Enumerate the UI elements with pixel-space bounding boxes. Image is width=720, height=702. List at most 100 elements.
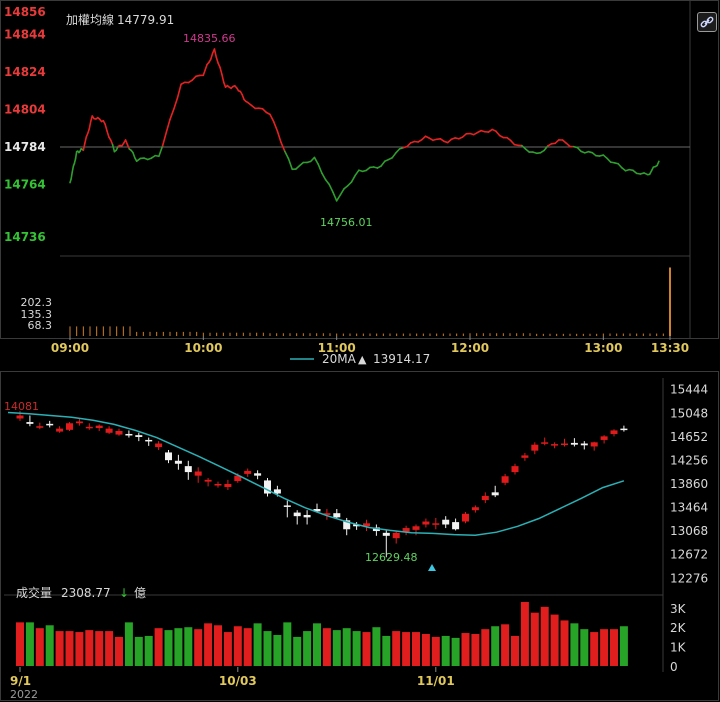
daily-x-tick: 11/01 xyxy=(417,674,455,688)
candle-body xyxy=(56,428,64,432)
daily-y-tick: 12276 xyxy=(670,571,708,585)
daily-y-tick: 12672 xyxy=(670,548,708,562)
candle-body xyxy=(125,433,133,436)
daily-volume-unit: 億 xyxy=(134,586,146,600)
price-line-segment xyxy=(71,165,75,174)
intraday-high-label: 14835.66 xyxy=(183,32,236,45)
daily-volume-bar xyxy=(115,636,123,666)
daily-volume-bar xyxy=(55,631,64,666)
daily-volume-bar xyxy=(580,629,589,666)
daily-volume-bar xyxy=(530,612,539,666)
daily-volume-bar xyxy=(600,629,609,666)
intraday-x-tick: 12:00 xyxy=(451,341,489,355)
candle-body xyxy=(432,523,440,525)
daily-volume-bar xyxy=(550,614,559,666)
candle-body xyxy=(501,476,509,483)
daily-volume-bar xyxy=(204,623,213,666)
candle-body xyxy=(382,532,390,536)
daily-volume-bar xyxy=(332,630,341,666)
daily-volume-bar xyxy=(25,622,34,666)
intraday-y-tick: 14824 xyxy=(4,65,46,79)
candle-body xyxy=(462,513,469,522)
candle-body xyxy=(620,428,628,431)
intraday-low-label: 14756.01 xyxy=(320,216,373,229)
daily-volume-bar xyxy=(352,631,361,666)
daily-y-tick: 13464 xyxy=(670,501,708,515)
daily-volume-bar xyxy=(619,626,628,666)
daily-volume-y-tick: 0 xyxy=(670,660,678,674)
daily-volume-bar xyxy=(174,628,183,666)
daily-volume-bar xyxy=(610,629,618,666)
candle-body xyxy=(165,452,172,461)
volume-y-tick: 68.3 xyxy=(28,319,53,332)
daily-volume-bar xyxy=(273,634,282,666)
daily-volume-bar xyxy=(481,629,490,666)
daily-volume-bar xyxy=(65,631,74,666)
intraday-x-tick: 11:00 xyxy=(318,341,356,355)
daily-volume-bar xyxy=(184,627,193,666)
daily-y-tick: 14256 xyxy=(670,453,708,467)
intraday-y-tick: 14764 xyxy=(4,178,46,192)
candle-body xyxy=(26,422,34,424)
candle-body xyxy=(66,423,73,430)
candle-body xyxy=(155,443,163,448)
intraday-y-tick: 14784 xyxy=(4,140,46,154)
daily-volume-bar xyxy=(590,632,599,666)
daily-x-tick: 9/1 xyxy=(10,674,31,688)
candle-body xyxy=(570,442,578,445)
candle-body xyxy=(580,443,588,446)
candle-body xyxy=(452,522,460,530)
candle-body xyxy=(333,513,341,518)
daily-volume-bar xyxy=(322,628,331,666)
daily-volume-bar xyxy=(95,631,104,666)
candle-body xyxy=(135,435,143,437)
daily-volume-arrow: ↓ xyxy=(119,586,129,600)
daily-volume-bar xyxy=(194,629,203,666)
candle-body xyxy=(184,466,192,473)
candle-body xyxy=(551,444,559,446)
daily-volume-y-tick: 2K xyxy=(670,621,687,635)
daily-volume-bar xyxy=(214,625,222,666)
daily-volume-bar xyxy=(85,630,94,666)
candle-body xyxy=(422,521,430,525)
intraday-x-tick: 10:00 xyxy=(184,341,222,355)
daily-volume-bar xyxy=(342,628,351,666)
daily-volume-bar xyxy=(154,628,163,666)
daily-y-tick: 15048 xyxy=(670,406,708,420)
candle-body xyxy=(521,455,529,458)
daily-y-tick: 13068 xyxy=(670,524,708,538)
daily-volume-bar xyxy=(382,635,391,666)
link-icon xyxy=(700,16,714,28)
daily-volume-bar xyxy=(223,632,232,666)
daily-volume-bar xyxy=(412,632,420,666)
candle-body xyxy=(194,471,202,476)
daily-y-tick: 15444 xyxy=(670,383,708,397)
daily-volume-title: 成交量 xyxy=(16,585,52,600)
daily-volume-bar xyxy=(45,625,54,666)
intraday-y-tick: 14736 xyxy=(4,230,46,244)
daily-volume-bar xyxy=(540,606,549,666)
candle-body xyxy=(145,439,153,442)
candle-body xyxy=(610,430,618,434)
daily-volume-y-tick: 1K xyxy=(670,641,687,655)
candle-body xyxy=(293,512,301,517)
daily-volume-y-tick: 3K xyxy=(670,602,687,616)
daily-low-label: 12629.48 xyxy=(365,551,418,564)
daily-volume-bar xyxy=(253,623,262,666)
candle-body xyxy=(214,484,222,486)
daily-volume-bar xyxy=(75,632,84,666)
daily-volume-bar xyxy=(134,636,143,666)
candle-body xyxy=(16,415,24,419)
ma-legend-arrow: ▲ xyxy=(358,353,367,366)
link-button[interactable] xyxy=(697,12,717,32)
daily-volume-bar xyxy=(35,628,44,666)
daily-year-label: 2022 xyxy=(10,688,38,701)
intraday-x-tick: 13:30 xyxy=(651,341,689,355)
chart-screen: 加權均線 14779.91 14835.66 14756.01 20MA ▲ 1… xyxy=(0,0,720,702)
candle-body xyxy=(481,495,489,501)
daily-volume-bar xyxy=(105,631,114,666)
candle-body xyxy=(600,436,608,440)
intraday-y-tick: 14804 xyxy=(4,103,46,117)
candle-body xyxy=(36,426,44,428)
daily-volume-bar xyxy=(372,627,381,666)
